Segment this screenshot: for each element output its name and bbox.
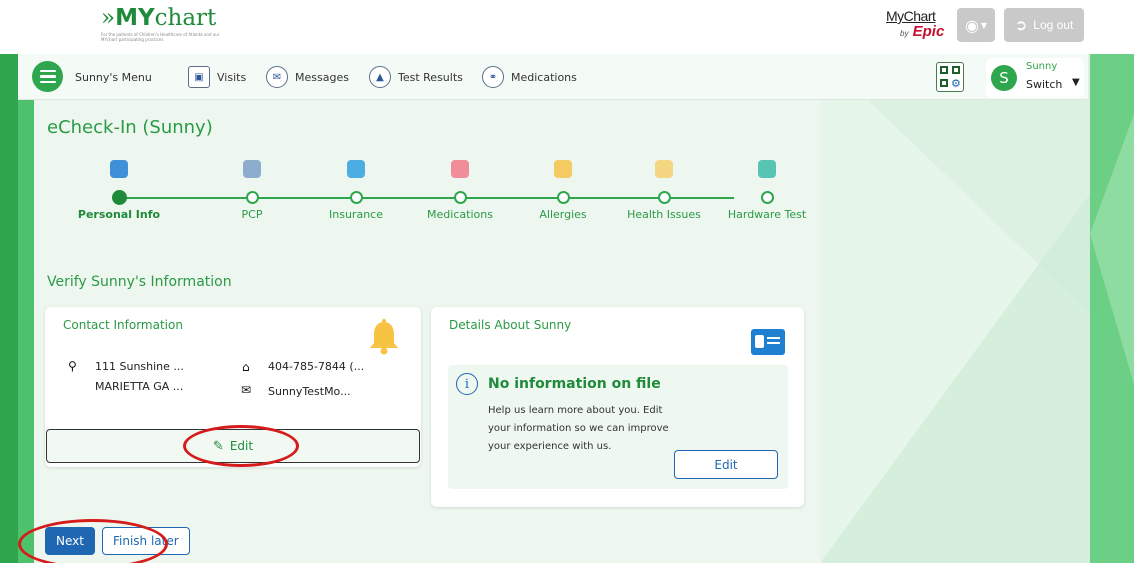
epic-logo-line1: MyChart [886, 8, 936, 24]
details-about-card: Details About Sunny i No information on … [431, 307, 804, 507]
nav-bar: Sunny's Menu ▣ Visits ✉ Messages ▲ Test … [18, 54, 1088, 100]
step-label: Insurance [329, 208, 383, 221]
main-content: eCheck-In (Sunny) Personal Info PCP Insura… [34, 100, 820, 563]
video-camera-icon [758, 160, 776, 178]
id-card-icon [110, 160, 128, 178]
switch-patient-name: Sunny [1026, 61, 1058, 72]
annotation-circle-buttons [18, 519, 168, 563]
epic-logo-by: by [900, 29, 909, 38]
avatar: S [991, 65, 1017, 91]
logout-icon: ➲ [1014, 17, 1028, 34]
phone-number: 404-785-7844 (... [268, 360, 365, 373]
caret-down-icon: ▼ [1072, 77, 1080, 88]
nav-item-medications[interactable]: ⚭ Medications [482, 64, 577, 90]
qr-code-button[interactable]: ⚙ [936, 62, 964, 92]
section-title: Verify Sunny's Information [47, 274, 232, 290]
card-title: Contact Information [63, 318, 183, 332]
mychart-by-epic-logo: MyChart by Epic [886, 8, 946, 42]
email-address: SunnyTestMo... [268, 385, 351, 398]
step-dot [246, 191, 259, 204]
progress-steps: Personal Info PCP Insurance Medications Alle… [34, 160, 820, 230]
logout-button[interactable]: ➲ Log out [1004, 8, 1084, 42]
step-label: Personal Info [77, 208, 161, 221]
mychart-logo[interactable]: »MYchart For the patients of Children's … [101, 4, 251, 42]
logo-rest: chart [154, 5, 217, 31]
id-card-icon [751, 329, 785, 355]
pills-icon [451, 160, 469, 178]
page-title: eCheck-In (Sunny) [47, 117, 213, 138]
menu-label[interactable]: Sunny's Menu [75, 64, 152, 90]
info-icon: i [456, 373, 478, 395]
steps-line [119, 197, 734, 199]
nav-item-messages[interactable]: ✉ Messages [266, 64, 349, 90]
bandage-icon [655, 160, 673, 178]
step-label: PCP [241, 208, 263, 221]
pills-icon: ⚭ [482, 66, 504, 88]
chevron-down-icon: ▼ [980, 20, 988, 30]
bell-icon [370, 319, 398, 355]
gear-icon: ⚙ [951, 77, 961, 90]
nav-item-visits[interactable]: ▣ Visits [188, 64, 246, 90]
nav-item-label: Medications [511, 70, 577, 84]
edit-details-button[interactable]: Edit [674, 450, 778, 479]
switch-label: Switch [1026, 78, 1063, 91]
menu-label-text: Sunny's Menu [75, 70, 152, 84]
step-dot [761, 191, 774, 204]
pollen-icon [554, 160, 572, 178]
step-dot [658, 191, 671, 204]
step-label: Medications [427, 208, 493, 221]
nav-item-label: Test Results [398, 70, 463, 84]
menu-button[interactable] [32, 61, 63, 92]
location-pin-icon: ⚲ [68, 359, 77, 373]
stethoscope-icon [243, 160, 261, 178]
envelope-icon: ✉ [241, 383, 252, 397]
calendar-icon: ▣ [188, 66, 210, 88]
top-header: »MYchart For the patients of Children's … [0, 0, 1134, 54]
address-line2: MARIETTA GA ... [95, 380, 184, 393]
logo-bold: MY [115, 5, 155, 31]
epic-logo-line2: Epic [912, 23, 945, 40]
logo-prefix: » [101, 5, 116, 31]
step-label: Hardware Test [727, 208, 807, 221]
home-icon: ⌂ [242, 360, 250, 374]
nav-item-test-results[interactable]: ▲ Test Results [369, 64, 463, 90]
logo-tagline: For the patients of Children's Healthcar… [101, 32, 220, 42]
step-dot [350, 191, 363, 204]
globe-icon: ◉ [964, 15, 979, 35]
logout-label: Log out [1033, 18, 1074, 32]
nav-item-label: Visits [217, 70, 247, 84]
language-button[interactable]: ◉ ▼ [957, 8, 995, 42]
step-dot [454, 191, 467, 204]
card-title: Details About Sunny [449, 318, 572, 332]
step-dot [112, 190, 127, 205]
step-dot [557, 191, 570, 204]
address-line1: 111 Sunshine ... [95, 360, 184, 373]
notice-text: Help us learn more about you. Edit your … [488, 405, 669, 452]
annotation-circle-edit [183, 425, 299, 467]
notice-title: No information on file [488, 376, 661, 392]
step-label: Health Issues [627, 208, 701, 221]
switch-patient-button[interactable]: S Sunny Switch ▼ [986, 58, 1084, 98]
no-information-notice: i No information on file Help us learn m… [448, 365, 788, 489]
flask-icon: ▲ [369, 66, 391, 88]
step-label: Allergies [539, 208, 587, 221]
umbrella-icon [347, 160, 365, 178]
nav-item-label: Messages [295, 70, 349, 84]
envelope-icon: ✉ [266, 66, 288, 88]
